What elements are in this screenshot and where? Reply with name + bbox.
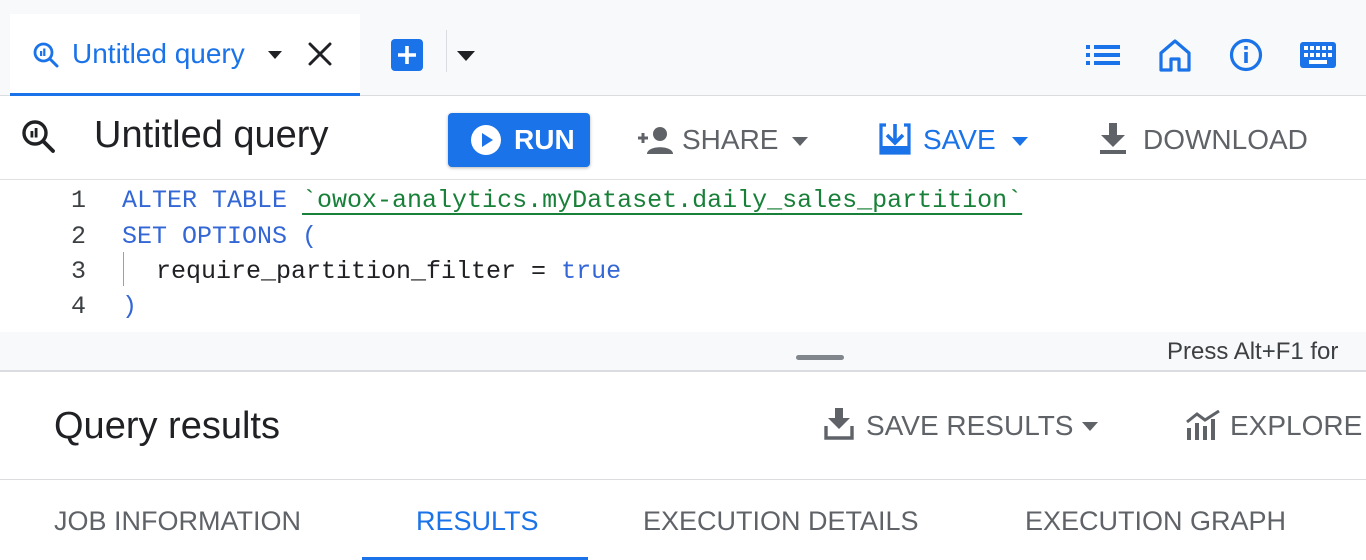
caret-down-icon bbox=[1012, 137, 1028, 146]
code-line[interactable]: ) bbox=[122, 292, 137, 321]
save-results-label: SAVE RESULTS bbox=[866, 410, 1074, 441]
list-icon[interactable] bbox=[1086, 44, 1120, 66]
sql-keyword: SET OPTIONS ( bbox=[122, 222, 318, 251]
query-toolbar: Untitled query RUN SHARE SAVE DOWNLOAD bbox=[0, 96, 1366, 180]
tab-untitled-query[interactable]: Untitled query bbox=[10, 14, 360, 96]
save-label: SAVE bbox=[923, 124, 996, 155]
tab-execution-details[interactable]: EXECUTION DETAILS bbox=[643, 506, 919, 537]
keyboard-icon[interactable] bbox=[1300, 42, 1336, 68]
download-icon bbox=[1098, 123, 1128, 155]
share-button[interactable]: SHARE bbox=[636, 113, 816, 167]
results-tabs-divider bbox=[0, 479, 1366, 480]
code-line[interactable]: require_partition_filter = true bbox=[156, 257, 621, 286]
table-reference: `owox-analytics.myDataset.daily_sales_pa… bbox=[302, 186, 1023, 215]
save-icon bbox=[878, 122, 912, 156]
results-divider bbox=[0, 370, 1366, 372]
accessibility-hint: Press Alt+F1 for bbox=[1167, 338, 1339, 365]
caret-down-icon[interactable] bbox=[457, 51, 475, 61]
option-name: require_partition_filter = bbox=[156, 257, 562, 286]
download-label: DOWNLOAD bbox=[1143, 124, 1308, 155]
tab-label: Untitled query bbox=[72, 38, 245, 69]
caret-down-icon bbox=[1082, 422, 1098, 431]
chart-icon bbox=[1186, 410, 1220, 440]
caret-down-icon[interactable] bbox=[268, 51, 282, 59]
line-number: 3 bbox=[70, 257, 86, 286]
caret-down-icon bbox=[792, 137, 808, 146]
run-button[interactable]: RUN bbox=[448, 113, 590, 167]
save-button[interactable]: SAVE bbox=[878, 113, 1038, 167]
download-icon bbox=[824, 408, 854, 440]
line-number: 1 bbox=[70, 186, 86, 215]
code-line[interactable]: SET OPTIONS ( bbox=[122, 222, 317, 251]
sql-keyword: ) bbox=[122, 292, 138, 321]
home-icon[interactable] bbox=[1159, 38, 1191, 72]
tab-bar: Untitled query bbox=[0, 0, 1366, 96]
line-number: 4 bbox=[70, 292, 86, 321]
download-button[interactable]: DOWNLOAD bbox=[1098, 113, 1318, 167]
close-icon[interactable] bbox=[308, 42, 332, 66]
tab-job-information[interactable]: JOB INFORMATION bbox=[54, 506, 301, 537]
results-title: Query results bbox=[54, 405, 280, 447]
editor-footer bbox=[0, 332, 1366, 370]
tab-execution-graph[interactable]: EXECUTION GRAPH bbox=[1025, 506, 1286, 537]
run-label: RUN bbox=[514, 124, 575, 155]
query-icon bbox=[20, 118, 56, 154]
person-add-icon bbox=[636, 126, 674, 154]
sql-editor[interactable]: 1 2 3 4 ALTER TABLE `owox-analytics.myDa… bbox=[0, 180, 1366, 370]
indent-guide bbox=[123, 252, 124, 286]
query-icon bbox=[32, 41, 60, 69]
tab-results[interactable]: RESULTS bbox=[416, 506, 539, 537]
sql-keyword: true bbox=[561, 257, 622, 286]
code-line[interactable]: ALTER TABLE `owox-analytics.myDataset.da… bbox=[122, 186, 1022, 215]
play-circle-icon bbox=[470, 124, 502, 156]
share-label: SHARE bbox=[682, 124, 779, 155]
resize-handle[interactable] bbox=[796, 355, 844, 360]
query-title: Untitled query bbox=[94, 114, 329, 156]
tab-divider bbox=[446, 30, 447, 72]
explore-data-label: EXPLORE D bbox=[1230, 410, 1366, 441]
info-icon[interactable] bbox=[1229, 38, 1263, 72]
line-number: 2 bbox=[70, 222, 86, 251]
add-box-icon[interactable] bbox=[390, 38, 424, 72]
sql-keyword: ALTER TABLE bbox=[122, 186, 303, 215]
